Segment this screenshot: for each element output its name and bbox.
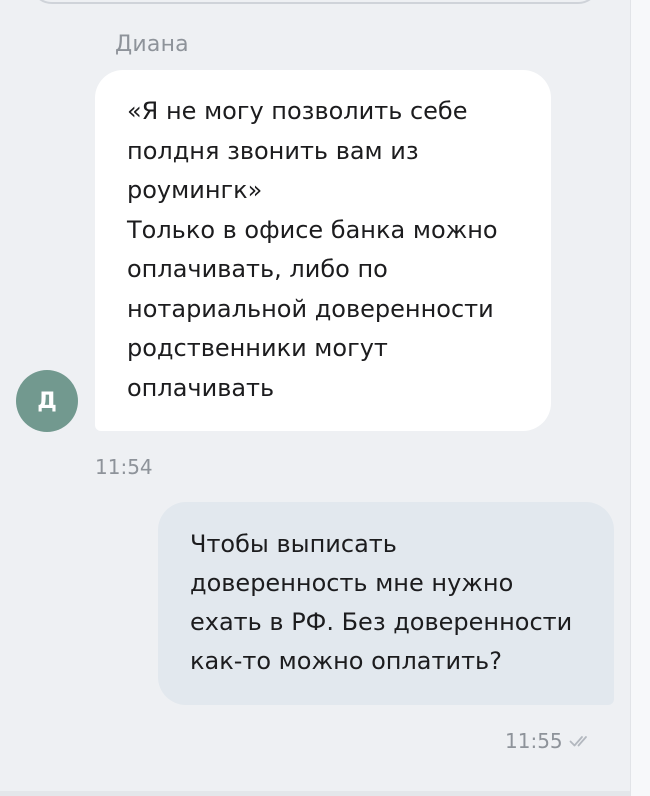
outgoing-message-meta: 11:55 (505, 729, 593, 753)
outgoing-message-bubble[interactable]: Чтобы выписать доверенность мне нужно ех… (158, 502, 614, 705)
incoming-message-bubble[interactable]: «Я не могу позволить себе полдня звонить… (95, 70, 551, 431)
scrollbar-track[interactable] (630, 0, 650, 796)
previous-message-bubble (30, 0, 600, 4)
chat-message-area: Диана «Я не могу позволить себе полдня з… (0, 0, 630, 796)
outgoing-message-text: Чтобы выписать доверенность мне нужно ех… (190, 530, 573, 675)
incoming-message-time: 11:54 (95, 455, 153, 479)
double-check-icon (569, 736, 587, 747)
avatar[interactable]: Д (16, 370, 78, 432)
sender-name: Диана (115, 32, 189, 57)
avatar-initial: Д (37, 388, 57, 414)
bottom-divider (0, 791, 630, 796)
incoming-message-text: «Я не могу позволить себе полдня звонить… (127, 97, 498, 402)
outgoing-message-time: 11:55 (505, 729, 563, 753)
